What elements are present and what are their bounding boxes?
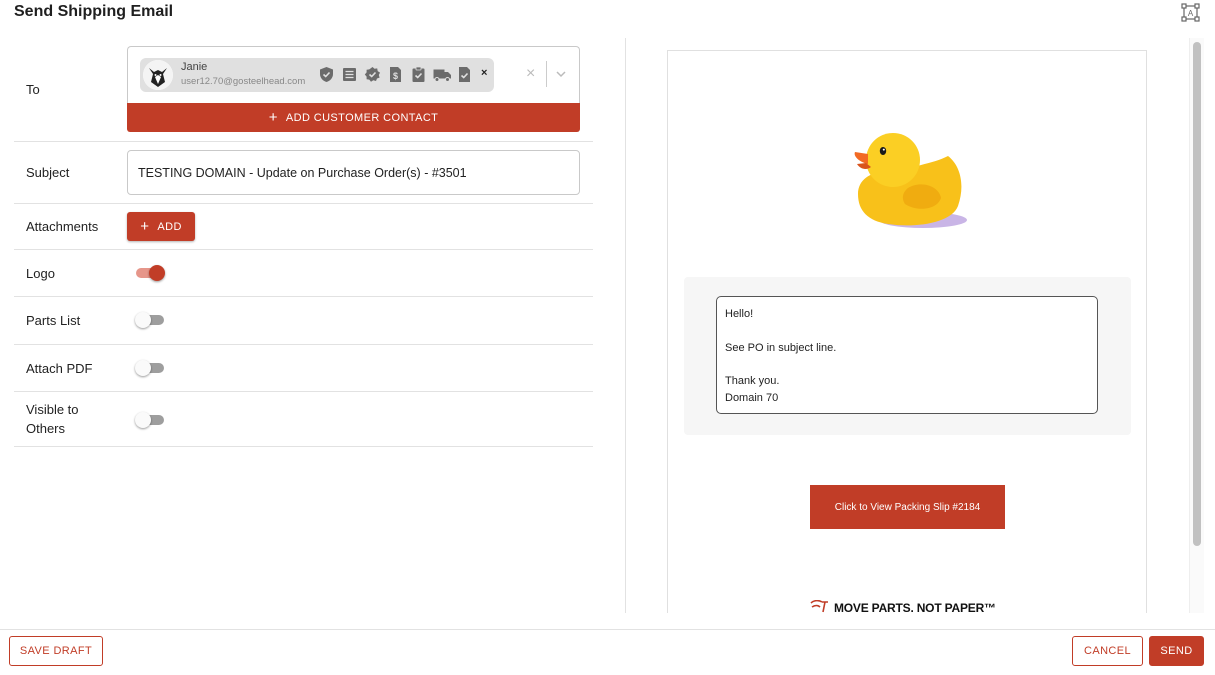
attachments-label: Attachments [26, 219, 99, 234]
save-draft-button[interactable]: SAVE DRAFT [9, 636, 103, 666]
text-scan-icon[interactable]: A [1181, 3, 1200, 22]
panel-divider [625, 38, 626, 613]
email-preview: Hello! See PO in subject line. Thank you… [667, 50, 1147, 613]
message-line: Hello! [725, 308, 754, 320]
message-line [725, 356, 1089, 373]
attach-pdf-toggle[interactable] [135, 360, 165, 376]
message-line [725, 323, 1089, 340]
add-customer-contact-label: ADD CUSTOMER CONTACT [285, 111, 439, 124]
tagline: MOVE PARTS. NOT PAPER™ [810, 599, 996, 613]
clear-icon[interactable]: × [526, 65, 535, 83]
contact-name: Janie [181, 61, 208, 73]
subject-input[interactable] [127, 150, 580, 195]
cancel-button[interactable]: CANCEL [1072, 636, 1143, 666]
contact-email: user12.70@gosteelhead.com [181, 76, 306, 87]
clipboard-check-icon[interactable] [410, 66, 427, 83]
visible-to-others-row: Visible to Others [14, 392, 593, 447]
footer-divider [0, 629, 1215, 630]
message-card: Hello! See PO in subject line. Thank you… [684, 277, 1131, 435]
to-row: To Janie user12.70@gosteelhead.com $ × ×… [14, 38, 593, 142]
tagline-text: MOVE PARTS. NOT PAPER™ [834, 601, 996, 613]
duck-logo [853, 126, 968, 231]
plus-icon: + [268, 109, 278, 126]
to-recipient-select[interactable]: Janie user12.70@gosteelhead.com $ × × [127, 46, 580, 103]
attachments-row: Attachments + ADD [14, 204, 593, 250]
view-packing-slip-button[interactable]: Click to View Packing Slip #2184 [810, 485, 1005, 529]
logo-toggle[interactable] [135, 265, 165, 281]
message-line: Thank you. [725, 375, 780, 388]
plus-icon: + [140, 218, 150, 235]
attach-pdf-label: Attach PDF [26, 361, 93, 376]
list-icon[interactable] [341, 66, 358, 83]
svg-text:$: $ [393, 71, 398, 81]
add-attachment-button[interactable]: + ADD [127, 212, 195, 241]
contact-chip[interactable]: Janie user12.70@gosteelhead.com $ × [140, 58, 494, 92]
svg-text:A: A [1188, 9, 1194, 18]
contact-notification-icons: $ [318, 66, 473, 83]
send-button[interactable]: SEND [1149, 636, 1204, 666]
message-line: Domain 70 [725, 391, 779, 404]
shield-check-icon[interactable] [318, 66, 335, 83]
visible-to-others-label-line1: Visible to [26, 402, 79, 417]
visible-to-others-toggle[interactable] [135, 412, 165, 428]
truck-icon[interactable] [433, 66, 451, 83]
steelhead-logo-icon [810, 599, 829, 613]
logo-label: Logo [26, 266, 55, 281]
divider [546, 61, 547, 87]
parts-list-label: Parts List [26, 313, 81, 328]
add-attachment-label: ADD [157, 220, 182, 233]
message-body[interactable]: Hello! See PO in subject line. Thank you… [716, 296, 1098, 414]
remove-contact-icon[interactable]: × [481, 67, 487, 79]
attach-pdf-row: Attach PDF [14, 345, 593, 392]
badge-check-icon[interactable] [364, 66, 381, 83]
chevron-down-icon[interactable] [554, 67, 568, 81]
subject-row: Subject [14, 142, 593, 204]
avatar [143, 60, 173, 90]
email-form: To Janie user12.70@gosteelhead.com $ × ×… [14, 38, 593, 447]
dialog-title: Send Shipping Email [14, 3, 174, 20]
to-label: To [26, 82, 40, 97]
invoice-dollar-icon[interactable]: $ [387, 66, 404, 83]
parts-list-toggle[interactable] [135, 312, 165, 328]
visible-to-others-label-line2: Others [26, 421, 66, 436]
subject-label: Subject [26, 165, 70, 180]
add-customer-contact-button[interactable]: + ADD CUSTOMER CONTACT [127, 103, 580, 132]
message-line: See PO in subject line. [725, 341, 837, 354]
document-check-icon[interactable] [456, 66, 473, 83]
visible-to-others-label: Visible to Others [26, 400, 79, 438]
preview-scrollbar-thumb[interactable] [1193, 42, 1201, 546]
parts-list-row: Parts List [14, 297, 593, 345]
logo-row: Logo [14, 250, 593, 297]
